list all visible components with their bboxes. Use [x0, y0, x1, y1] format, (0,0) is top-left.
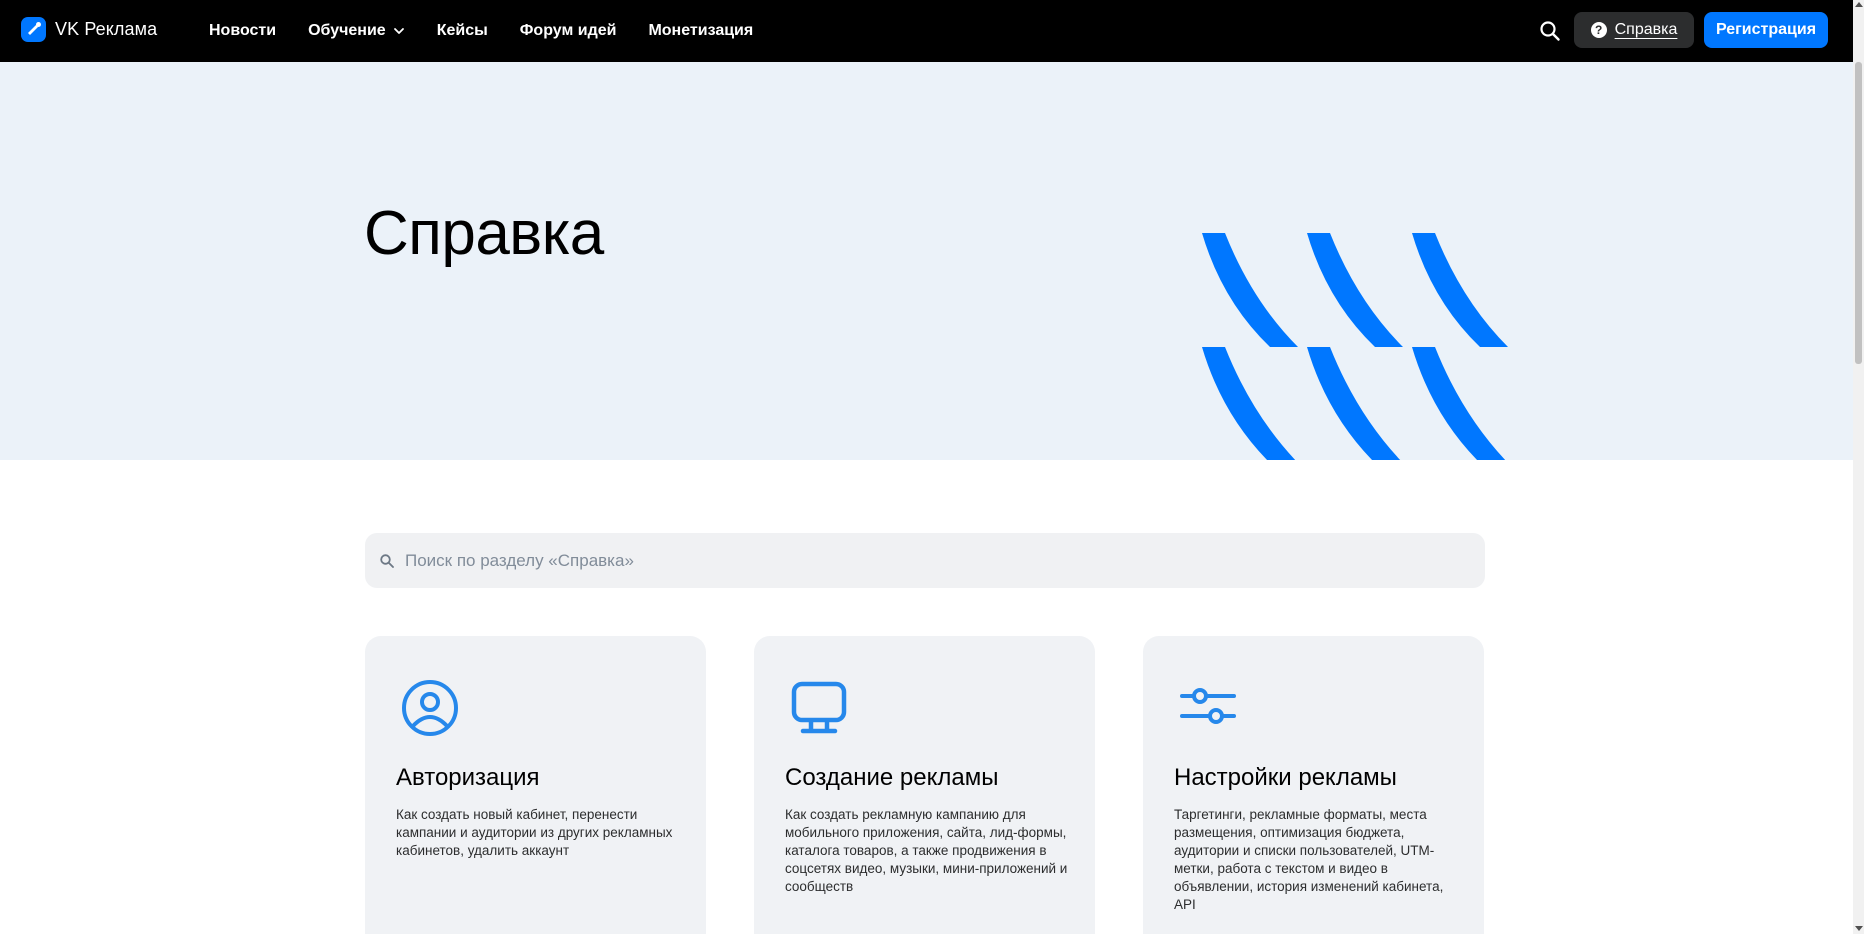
section-search-input[interactable]: [405, 550, 1455, 571]
help-button[interactable]: ? Справка: [1574, 12, 1694, 48]
card-description: Таргетинги, рекламные форматы, места раз…: [1174, 807, 1444, 912]
page-title: Справка: [364, 199, 604, 268]
nav-item-ideas-forum[interactable]: Форум идей: [520, 22, 617, 40]
register-button-label: Регистрация: [1715, 21, 1817, 38]
nav-item-education[interactable]: Обучение: [308, 22, 405, 40]
page: VK Реклама Новости Обучение Кейсы Форум …: [0, 0, 1864, 934]
category-card-authorization[interactable]: Авторизация Как создать новый кабинет, п…: [365, 636, 706, 934]
section-search-bar: [365, 533, 1485, 588]
register-button[interactable]: Регистрация: [1704, 12, 1828, 48]
user-circle-icon: [402, 680, 458, 736]
question-circle-icon: ?: [1590, 22, 1607, 38]
nav-item-label: Кейсы: [436, 22, 488, 39]
help-button-label: Справка: [1614, 21, 1678, 38]
sliders-icon: [1180, 688, 1236, 724]
category-card-ad-settings[interactable]: Настройки рекламы Таргетинги, рекламные …: [1143, 636, 1484, 934]
vk-ads-logo-icon: [21, 17, 46, 42]
nav-item-cases[interactable]: Кейсы: [437, 22, 488, 40]
nav-item-news[interactable]: Новости: [209, 22, 276, 40]
scroll-up-arrow-icon[interactable]: [1855, 2, 1863, 7]
search-icon[interactable]: [1538, 19, 1562, 43]
chevron-down-icon: [393, 28, 404, 34]
nav-item-label: Новости: [209, 22, 277, 39]
main-nav: Новости Обучение Кейсы Форум идей Монети…: [209, 0, 785, 62]
vk-ads-logo-link[interactable]: VK Реклама: [21, 17, 157, 42]
top-navigation-bar: VK Реклама Новости Обучение Кейсы Форум …: [0, 0, 1853, 62]
hero-banner: Справка: [0, 62, 1853, 460]
card-title: Настройки рекламы: [1174, 764, 1397, 791]
decorative-stripes-illustration: [1202, 233, 1508, 460]
page-scrollbar[interactable]: [1853, 0, 1864, 934]
nav-item-monetization[interactable]: Монетизация: [648, 22, 753, 40]
nav-item-label: Обучение: [308, 22, 386, 39]
nav-item-label: Монетизация: [648, 22, 754, 39]
card-title: Создание рекламы: [785, 764, 999, 791]
card-title: Авторизация: [396, 764, 540, 791]
card-description: Как создать новый кабинет, перенести кам…: [396, 807, 673, 858]
card-description: Как создать рекламную кампанию для мобил…: [785, 807, 1068, 894]
nav-item-label: Форум идей: [519, 22, 617, 39]
scroll-down-arrow-icon[interactable]: [1855, 926, 1863, 931]
monitor-icon: [791, 681, 847, 734]
brand-name: VK Реклама: [55, 19, 158, 39]
category-card-ad-creation[interactable]: Создание рекламы Как создать рекламную к…: [754, 636, 1095, 934]
scrollbar-thumb[interactable]: [1855, 62, 1862, 364]
search-icon: [380, 553, 394, 568]
